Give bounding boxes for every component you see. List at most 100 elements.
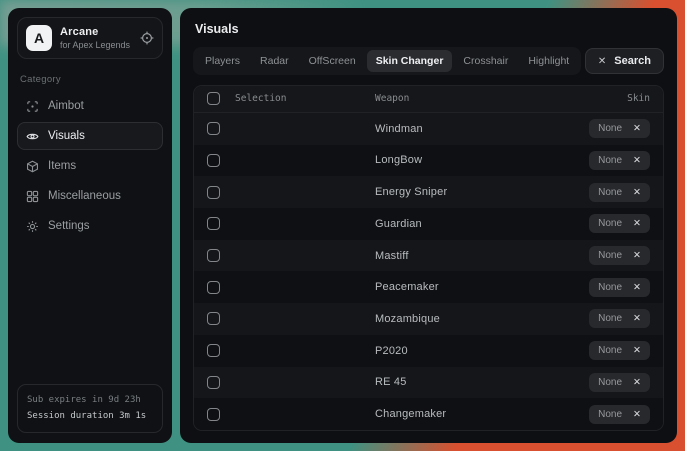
row-checkbox[interactable] xyxy=(207,408,220,421)
skin-select-pill[interactable]: None ✕ xyxy=(589,151,650,170)
weapon-name: Mastiff xyxy=(375,250,577,262)
sidebar-item-settings[interactable]: Settings xyxy=(17,212,163,240)
skin-table: Selection Weapon Skin Windman None ✕ Lon… xyxy=(193,85,664,431)
clear-skin-icon[interactable]: ✕ xyxy=(633,282,641,293)
sidebar-item-miscellaneous[interactable]: Miscellaneous xyxy=(17,182,163,210)
skin-value: None xyxy=(598,345,622,356)
session-duration-text: Session duration 3m 1s xyxy=(27,409,153,424)
target-icon[interactable] xyxy=(140,31,154,45)
clear-skin-icon[interactable]: ✕ xyxy=(633,377,641,388)
app-title: Arcane xyxy=(60,26,132,38)
skin-select-pill[interactable]: None ✕ xyxy=(589,373,650,392)
table-row-longbow: LongBow None ✕ xyxy=(194,145,663,177)
clear-skin-icon[interactable]: ✕ xyxy=(633,187,641,198)
column-header-weapon: Weapon xyxy=(375,93,615,104)
sidebar-item-aimbot[interactable]: Aimbot xyxy=(17,92,163,120)
row-checkbox[interactable] xyxy=(207,186,220,199)
skin-select-pill[interactable]: None ✕ xyxy=(589,405,650,424)
weapon-name: Peacemaker xyxy=(375,281,577,293)
tab-bar: PlayersRadarOffScreenSkin ChangerCrossha… xyxy=(193,47,581,75)
tab-radar[interactable]: Radar xyxy=(251,50,298,72)
clear-skin-icon[interactable]: ✕ xyxy=(633,313,641,324)
skin-value: None xyxy=(598,155,622,166)
clear-skin-icon[interactable]: ✕ xyxy=(633,155,641,166)
sidebar-item-label: Aimbot xyxy=(48,100,84,112)
weapon-name: Guardian xyxy=(375,218,577,230)
search-button[interactable]: ✕ Search xyxy=(585,48,664,74)
sidebar-item-label: Settings xyxy=(48,220,90,232)
eye-scan-icon xyxy=(26,130,39,143)
row-checkbox[interactable] xyxy=(207,122,220,135)
tab-skin-changer[interactable]: Skin Changer xyxy=(367,50,453,72)
row-checkbox[interactable] xyxy=(207,249,220,262)
table-header-row: Selection Weapon Skin xyxy=(194,86,663,113)
row-checkbox[interactable] xyxy=(207,217,220,230)
skin-select-pill[interactable]: None ✕ xyxy=(589,119,650,138)
row-checkbox[interactable] xyxy=(207,344,220,357)
sidebar-item-label: Miscellaneous xyxy=(48,190,121,202)
sidebar-item-items[interactable]: Items xyxy=(17,152,163,180)
tab-highlight[interactable]: Highlight xyxy=(519,50,578,72)
tab-crosshair[interactable]: Crosshair xyxy=(454,50,517,72)
weapon-name: Mozambique xyxy=(375,313,577,325)
clear-skin-icon[interactable]: ✕ xyxy=(633,218,641,229)
table-row-changemaker: Changemaker None ✕ xyxy=(194,398,663,430)
app-subtitle: for Apex Legends xyxy=(60,40,132,50)
skin-select-pill[interactable]: None ✕ xyxy=(589,183,650,202)
clear-skin-icon[interactable]: ✕ xyxy=(633,409,641,420)
table-row-re-45: RE 45 None ✕ xyxy=(194,367,663,399)
sidebar-item-label: Items xyxy=(48,160,76,172)
skin-value: None xyxy=(598,187,622,198)
app-logo: A xyxy=(26,25,52,51)
gear-icon xyxy=(26,220,39,233)
clear-skin-icon[interactable]: ✕ xyxy=(633,345,641,356)
grid-icon xyxy=(26,190,39,203)
column-header-skin: Skin xyxy=(627,93,650,104)
table-row-energy-sniper: Energy Sniper None ✕ xyxy=(194,176,663,208)
table-row-mastiff: Mastiff None ✕ xyxy=(194,240,663,272)
skin-value: None xyxy=(598,250,622,261)
tab-players[interactable]: Players xyxy=(196,50,249,72)
row-checkbox[interactable] xyxy=(207,154,220,167)
tab-offscreen[interactable]: OffScreen xyxy=(300,50,365,72)
session-info-box: Sub expires in 9d 23h Session duration 3… xyxy=(17,384,163,433)
sidebar-item-visuals[interactable]: Visuals xyxy=(17,122,163,150)
page-title: Visuals xyxy=(195,22,664,36)
skin-select-pill[interactable]: None ✕ xyxy=(589,278,650,297)
row-checkbox[interactable] xyxy=(207,312,220,325)
skin-select-pill[interactable]: None ✕ xyxy=(589,214,650,233)
table-row-windman: Windman None ✕ xyxy=(194,113,663,145)
cube-icon xyxy=(26,160,39,173)
table-row-mozambique: Mozambique None ✕ xyxy=(194,303,663,335)
skin-value: None xyxy=(598,377,622,388)
sidebar-item-label: Visuals xyxy=(48,130,85,142)
sidebar-spacer xyxy=(17,240,163,384)
row-checkbox[interactable] xyxy=(207,376,220,389)
clear-skin-icon[interactable]: ✕ xyxy=(633,123,641,134)
row-checkbox[interactable] xyxy=(207,281,220,294)
skin-select-pill[interactable]: None ✕ xyxy=(589,341,650,360)
select-all-checkbox[interactable] xyxy=(207,92,220,105)
skin-select-pill[interactable]: None ✕ xyxy=(589,309,650,328)
app-header-card: A Arcane for Apex Legends xyxy=(17,17,163,59)
weapon-name: Changemaker xyxy=(375,408,577,420)
skin-value: None xyxy=(598,218,622,229)
skin-value: None xyxy=(598,313,622,324)
column-header-selection: Selection xyxy=(235,93,363,104)
clear-skin-icon[interactable]: ✕ xyxy=(633,250,641,261)
table-row-p2020: P2020 None ✕ xyxy=(194,335,663,367)
weapon-name: RE 45 xyxy=(375,376,577,388)
weapon-name: Energy Sniper xyxy=(375,186,577,198)
sidebar: A Arcane for Apex Legends Category Aimbo… xyxy=(8,8,172,443)
search-close-icon: ✕ xyxy=(598,56,606,67)
search-button-label: Search xyxy=(614,55,651,67)
skin-select-pill[interactable]: None ✕ xyxy=(589,246,650,265)
weapon-name: Windman xyxy=(375,123,577,135)
sidebar-nav: Aimbot Visuals Items Miscellaneous Setti… xyxy=(17,92,163,240)
sub-expiry-text: Sub expires in 9d 23h xyxy=(27,393,153,408)
crosshair-icon xyxy=(26,100,39,113)
weapon-name: LongBow xyxy=(375,154,577,166)
skin-value: None xyxy=(598,282,622,293)
weapon-name: P2020 xyxy=(375,345,577,357)
skin-value: None xyxy=(598,123,622,134)
